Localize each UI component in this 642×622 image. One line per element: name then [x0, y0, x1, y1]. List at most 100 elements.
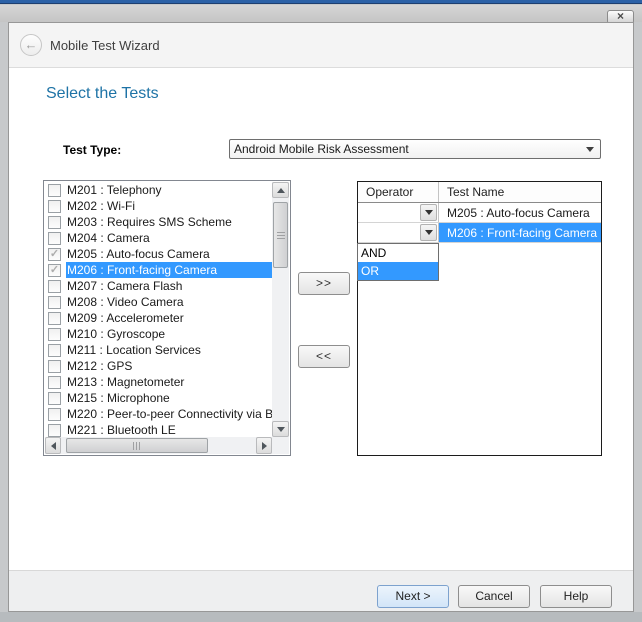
test-list-item[interactable]: M213 : Magnetometer — [45, 374, 272, 390]
application-window: × ← Mobile Test Wizard Select the Tests … — [0, 0, 642, 622]
scroll-right-button[interactable] — [256, 437, 272, 454]
scroll-down-button[interactable] — [272, 421, 289, 437]
test-name-cell: M205 : Auto-focus Camera — [439, 203, 601, 222]
test-list-item[interactable]: M204 : Camera — [45, 230, 272, 246]
checkbox-icon[interactable] — [48, 200, 61, 213]
test-list-item[interactable]: M208 : Video Camera — [45, 294, 272, 310]
table-body: M205 : Auto-focus CameraM206 : Front-fac… — [358, 203, 601, 243]
vertical-scrollbar-thumb[interactable] — [273, 202, 288, 268]
operator-dropdown-list: ANDOR — [357, 243, 439, 281]
table-row[interactable]: M205 : Auto-focus Camera — [358, 203, 601, 223]
test-list-item-label: M209 : Accelerometer — [66, 310, 272, 326]
test-list-item-label: M213 : Magnetometer — [66, 374, 272, 390]
test-type-dropdown[interactable]: Android Mobile Risk Assessment — [229, 139, 601, 159]
horizontal-scrollbar-thumb[interactable] — [66, 438, 208, 453]
test-list-item[interactable]: M207 : Camera Flash — [45, 278, 272, 294]
test-list-item-label: M206 : Front-facing Camera — [66, 262, 272, 278]
operator-dropdown-button[interactable] — [420, 224, 437, 241]
scrollbar-corner — [272, 437, 289, 454]
operator-dropdown-button[interactable] — [420, 204, 437, 221]
checkbox-icon[interactable] — [48, 296, 61, 309]
available-tests-list: M201 : TelephonyM202 : Wi-FiM203 : Requi… — [43, 180, 291, 456]
test-list-item[interactable]: M221 : Bluetooth LE — [45, 422, 272, 437]
chevron-down-icon — [586, 147, 594, 152]
test-list-item-label: M204 : Camera — [66, 230, 272, 246]
checkbox-icon[interactable] — [48, 424, 61, 437]
checkbox-icon[interactable] — [48, 216, 61, 229]
checkbox-icon[interactable] — [48, 184, 61, 197]
test-list-item[interactable]: M202 : Wi-Fi — [45, 198, 272, 214]
test-list-item-label: M220 : Peer-to-peer Connectivity via Blu… — [66, 406, 272, 422]
scroll-up-icon — [277, 188, 285, 193]
checkbox-icon[interactable] — [48, 232, 61, 245]
chevron-down-icon — [425, 210, 433, 215]
test-list-item[interactable]: M209 : Accelerometer — [45, 310, 272, 326]
cancel-button[interactable]: Cancel — [458, 585, 530, 608]
column-header-operator: Operator — [358, 182, 439, 202]
test-list-item-label: M207 : Camera Flash — [66, 278, 272, 294]
test-type-label: Test Type: — [63, 143, 121, 157]
wizard-title: Mobile Test Wizard — [50, 23, 160, 68]
window-titlebar[interactable]: × — [0, 5, 642, 22]
test-type-selected-value: Android Mobile Risk Assessment — [234, 140, 574, 158]
test-list-item-label: M208 : Video Camera — [66, 294, 272, 310]
test-list-item-label: M210 : Gyroscope — [66, 326, 272, 342]
test-list-item-label: M201 : Telephony — [66, 182, 272, 198]
checkbox-icon[interactable] — [48, 328, 61, 341]
test-list-item[interactable]: M215 : Microphone — [45, 390, 272, 406]
test-list-item[interactable]: M210 : Gyroscope — [45, 326, 272, 342]
selected-tests-table: Operator Test Name M205 : Auto-focus Cam… — [357, 181, 602, 456]
mobile-test-wizard-dialog: ← Mobile Test Wizard Select the Tests Te… — [8, 22, 634, 612]
table-row[interactable]: M206 : Front-facing Camera — [358, 223, 601, 243]
operator-option[interactable]: OR — [358, 262, 438, 280]
operator-option[interactable]: AND — [358, 244, 438, 262]
test-list-item-label: M202 : Wi-Fi — [66, 198, 272, 214]
help-button[interactable]: Help — [540, 585, 612, 608]
test-list-item-label: M212 : GPS — [66, 358, 272, 374]
checkbox-checked-icon[interactable]: ✓ — [48, 248, 61, 261]
checkbox-icon[interactable] — [48, 344, 61, 357]
operator-cell[interactable] — [358, 223, 439, 242]
close-icon: × — [617, 9, 624, 23]
test-list-item-label: M221 : Bluetooth LE — [66, 422, 272, 437]
scroll-down-icon — [277, 427, 285, 432]
scroll-left-button[interactable] — [45, 437, 61, 454]
next-button[interactable]: Next > — [377, 585, 449, 608]
checkbox-icon[interactable] — [48, 408, 61, 421]
checkbox-icon[interactable] — [48, 376, 61, 389]
vertical-scrollbar[interactable] — [272, 182, 289, 437]
checkbox-icon[interactable] — [48, 392, 61, 405]
test-list-item[interactable]: ✓ M206 : Front-facing Camera — [45, 262, 272, 278]
test-list-item[interactable]: M212 : GPS — [45, 358, 272, 374]
test-name-cell: M206 : Front-facing Camera — [439, 223, 601, 242]
operator-cell[interactable] — [358, 203, 439, 222]
checkbox-checked-icon[interactable]: ✓ — [48, 264, 61, 277]
test-list-item-label: M203 : Requires SMS Scheme — [66, 214, 272, 230]
add-tests-button[interactable]: >> — [298, 272, 350, 295]
test-list-item-label: M215 : Microphone — [66, 390, 272, 406]
test-list-item-label: M205 : Auto-focus Camera — [66, 246, 272, 262]
scroll-up-button[interactable] — [272, 182, 289, 198]
test-list-item[interactable]: M211 : Location Services — [45, 342, 272, 358]
chevron-down-icon — [425, 230, 433, 235]
back-arrow-icon: ← — [25, 37, 38, 52]
test-list-item-label: M211 : Location Services — [66, 342, 272, 358]
window-bottom-edge — [0, 612, 642, 622]
window-top-edge — [0, 0, 642, 4]
checkbox-icon[interactable] — [48, 280, 61, 293]
back-button[interactable]: ← — [20, 34, 42, 56]
dialog-footer: Next > Cancel Help — [9, 570, 633, 611]
checkbox-icon[interactable] — [48, 360, 61, 373]
wizard-header: ← Mobile Test Wizard — [9, 23, 633, 68]
test-list-item[interactable]: ✓ M205 : Auto-focus Camera — [45, 246, 272, 262]
checkbox-icon[interactable] — [48, 312, 61, 325]
remove-tests-button[interactable]: << — [298, 345, 350, 368]
horizontal-scrollbar[interactable] — [45, 437, 272, 454]
page-title: Select the Tests — [46, 85, 159, 103]
table-header-row: Operator Test Name — [358, 182, 601, 203]
test-list-item[interactable]: M220 : Peer-to-peer Connectivity via Blu… — [45, 406, 272, 422]
available-tests-items: M201 : TelephonyM202 : Wi-FiM203 : Requi… — [45, 182, 272, 437]
column-header-test-name: Test Name — [439, 182, 601, 202]
test-list-item[interactable]: M203 : Requires SMS Scheme — [45, 214, 272, 230]
test-list-item[interactable]: M201 : Telephony — [45, 182, 272, 198]
